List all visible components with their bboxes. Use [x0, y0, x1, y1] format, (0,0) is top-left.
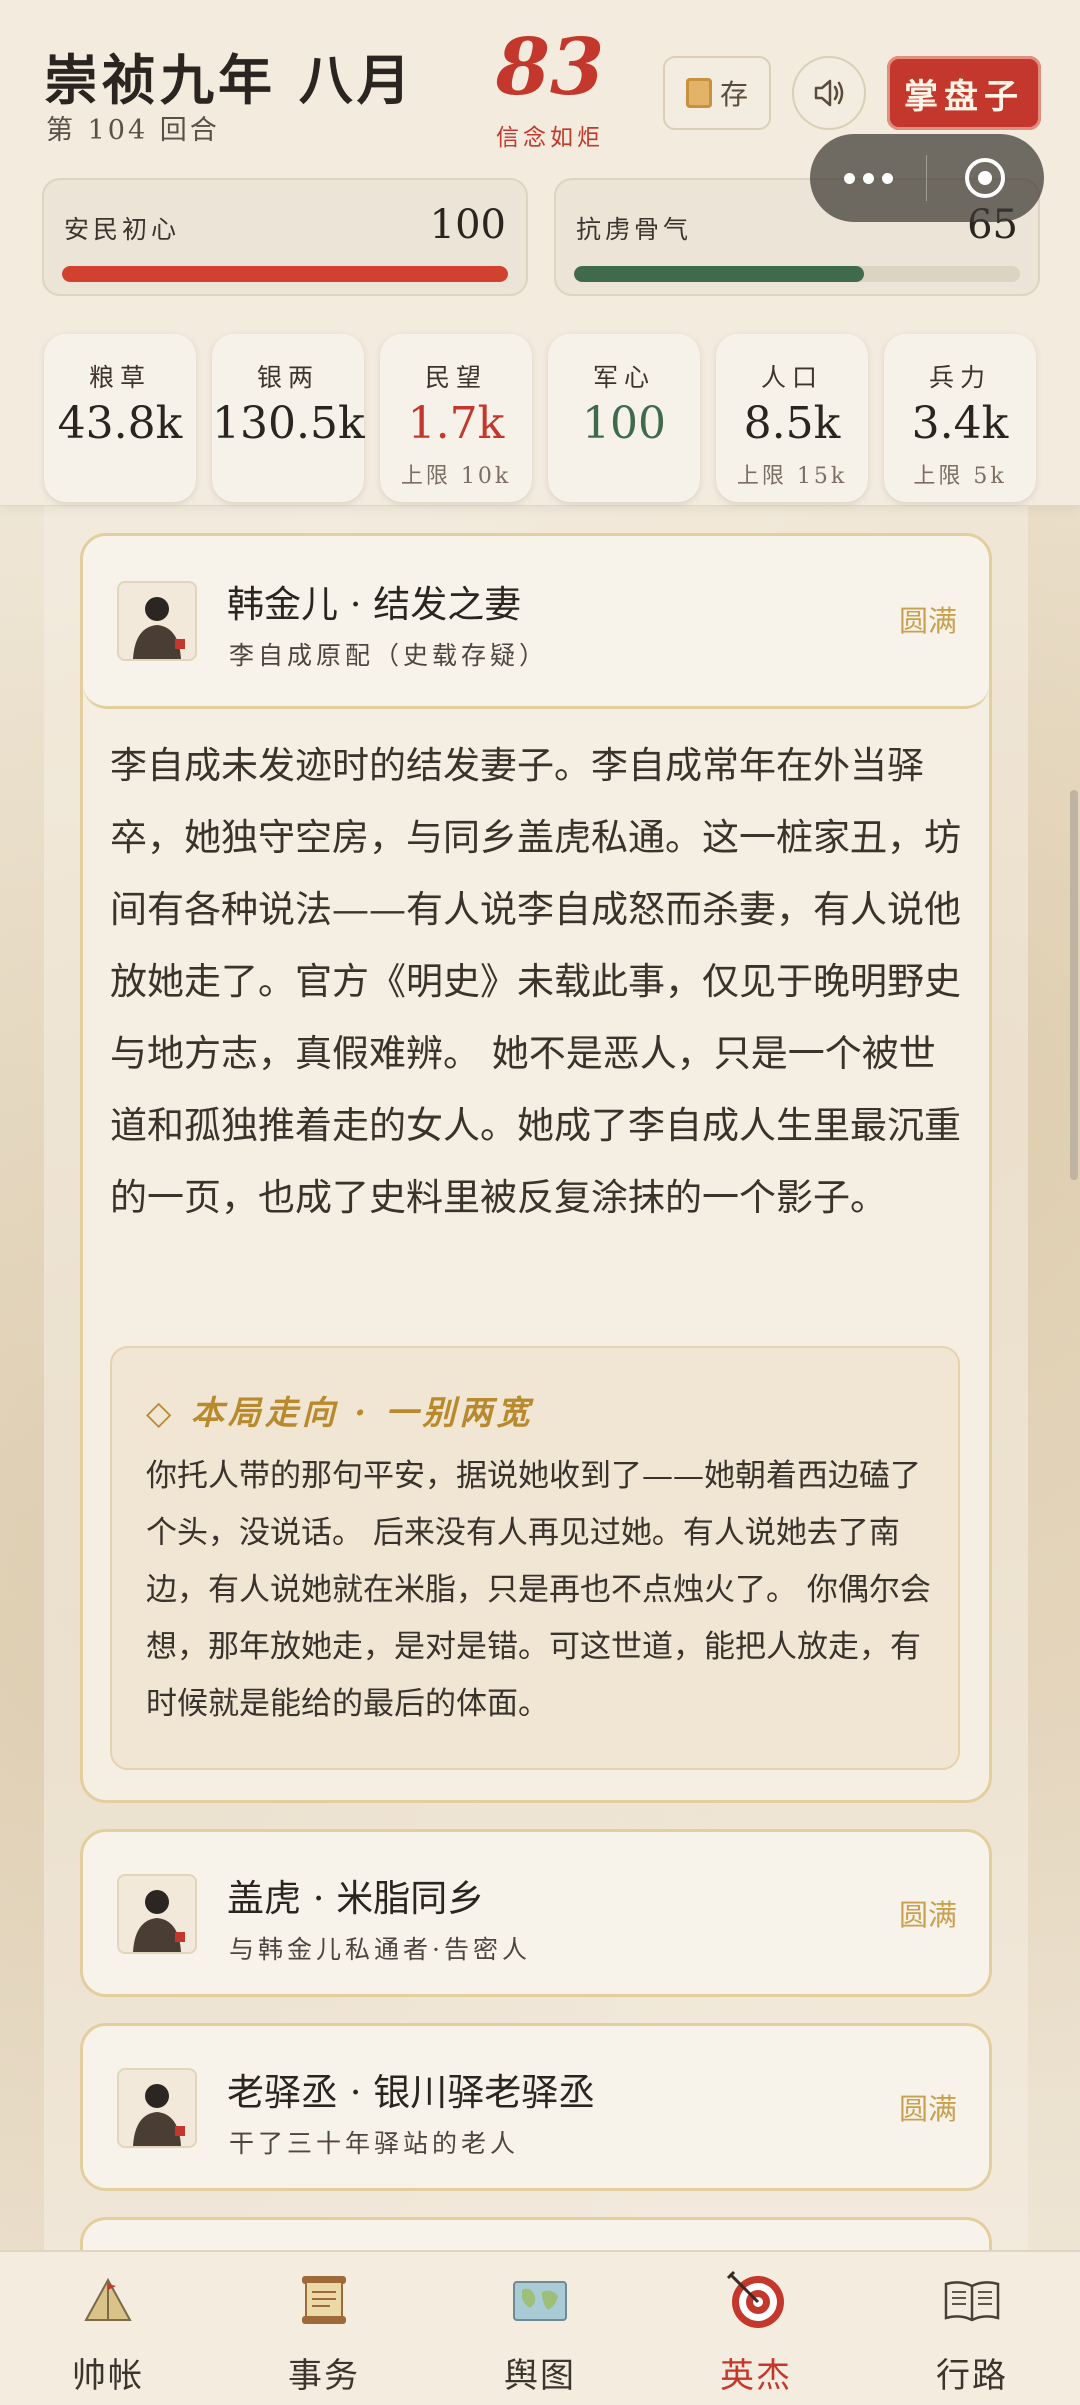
- meter-track: [62, 266, 508, 282]
- portrait-avatar: [117, 2068, 197, 2148]
- stat-value: 1.7k: [407, 398, 505, 449]
- character-status: 圆满: [898, 2092, 957, 2126]
- character-card[interactable]: 老驿丞 · 银川驿老驿丞 干了三十年驿站的老人 圆满: [80, 2023, 992, 2191]
- faith-label: 信念如炬: [496, 125, 604, 151]
- character-card-header[interactable]: 韩金儿 · 结发之妻 李自成原配（史载存疑） 圆满: [83, 536, 989, 709]
- character-subtitle: 李自成原配（史载存疑）: [229, 641, 549, 670]
- tab-command-tent[interactable]: 帅帐: [0, 2252, 216, 2405]
- target-icon: [965, 158, 1005, 198]
- stat-label: 兵力: [928, 363, 991, 392]
- meter-value: 100: [429, 202, 506, 248]
- master-button[interactable]: 掌盘子: [887, 56, 1041, 130]
- book-icon: [944, 2281, 1000, 2322]
- tab-heroes[interactable]: 英杰: [648, 2252, 864, 2405]
- fate-box: ◇ 本局走向 · 一别两宽 你托人带的那句平安，据说她收到了——她朝着西边磕了个…: [110, 1346, 960, 1770]
- tab-journey[interactable]: 行路: [864, 2252, 1080, 2405]
- character-card[interactable]: 盖虎 · 米脂同乡 与韩金儿私通者·告密人 圆满: [80, 1829, 992, 1997]
- character-name: 韩金儿 · 结发之妻: [227, 583, 522, 626]
- stat-label: 人口: [760, 363, 823, 392]
- date-title: 崇祯九年 八月: [44, 48, 415, 112]
- character-name: 老驿丞 · 银川驿老驿丞: [227, 2071, 596, 2114]
- meter-track: [574, 266, 1020, 282]
- stat-cap: 上限 5k: [913, 464, 1007, 489]
- stat-value: 43.8k: [57, 398, 183, 449]
- tab-label: 事务: [288, 2356, 360, 2396]
- tab-affairs[interactable]: 事务: [216, 2252, 432, 2405]
- stat-reputation[interactable]: 民望 1.7k 上限 10k: [380, 334, 532, 502]
- save-button[interactable]: 存: [663, 56, 771, 130]
- tab-label: 英杰: [720, 2356, 792, 2396]
- character-bio: 李自成未发迹时的结发妻子。李自成常年在外当驿卒，她独守空房，与同乡盖虎私通。这一…: [110, 744, 961, 1219]
- meter-fill: [574, 266, 864, 282]
- meter-label: 抗虏骨气: [576, 215, 693, 244]
- stat-troops[interactable]: 兵力 3.4k 上限 5k: [884, 334, 1036, 502]
- stat-morale[interactable]: 军心 100: [548, 334, 700, 502]
- person-icon: [133, 2084, 185, 2146]
- portrait-avatar: [117, 1874, 197, 1954]
- stat-label: 民望: [424, 363, 487, 392]
- stat-label: 银两: [256, 363, 319, 392]
- faith-score: 83: [495, 22, 605, 113]
- tab-label: 帅帐: [72, 2356, 144, 2396]
- stat-value: 130.5k: [212, 398, 365, 449]
- stat-silver[interactable]: 银两 130.5k: [212, 334, 365, 502]
- character-subtitle: 与韩金儿私通者·告密人: [229, 1935, 531, 1964]
- character-subtitle: 干了三十年驿站的老人: [229, 2129, 520, 2158]
- sound-toggle-button[interactable]: [792, 56, 866, 130]
- scrollbar[interactable]: [1070, 790, 1078, 1180]
- speaker-icon: [814, 79, 844, 107]
- scroll-icon: [302, 2276, 346, 2324]
- fate-title: ◇ 本局走向 · 一别两宽: [146, 1393, 534, 1432]
- portrait-avatar: [117, 581, 197, 661]
- more-menu-button[interactable]: [810, 172, 926, 184]
- stat-cap: 上限 15k: [736, 464, 848, 489]
- miniprogram-capsule: [810, 134, 1044, 222]
- stat-cap: 上限 10k: [400, 464, 512, 489]
- close-miniprogram-button[interactable]: [927, 158, 1043, 198]
- target-icon: [726, 2270, 784, 2328]
- stat-population[interactable]: 人口 8.5k 上限 15k: [716, 334, 868, 502]
- stat-grain[interactable]: 粮草 43.8k: [44, 334, 196, 502]
- meter-fill: [62, 266, 508, 282]
- meter-anmin: 安民初心 100: [42, 178, 528, 296]
- character-status: 圆满: [898, 1898, 957, 1932]
- tab-map[interactable]: 舆图: [432, 2252, 648, 2405]
- bottom-tab-bar: 帅帐 事务 舆图 英杰 行路: [0, 2250, 1080, 2405]
- tab-label: 舆图: [504, 2356, 576, 2396]
- stat-value: 3.4k: [911, 398, 1009, 449]
- save-label: 存: [719, 78, 748, 111]
- fate-text: 你托人带的那句平安，据说她收到了——她朝着西边磕了个头，没说话。 后来没有人再见…: [146, 1458, 931, 1722]
- tab-label: 行路: [936, 2356, 1008, 2396]
- stat-label: 粮草: [88, 363, 151, 392]
- character-status: 圆满: [898, 604, 957, 638]
- round-counter: 第 104 回合: [46, 115, 220, 146]
- person-icon: [133, 597, 185, 659]
- stat-value: 100: [582, 398, 666, 449]
- scroll-icon: [685, 78, 712, 108]
- stat-value: 8.5k: [743, 398, 841, 449]
- resource-stats: 粮草 43.8k 银两 130.5k 民望 1.7k 上限 10k 军心 100…: [44, 334, 1040, 502]
- person-icon: [133, 1890, 185, 1952]
- tent-icon: [84, 2277, 132, 2321]
- map-icon: [513, 2281, 567, 2321]
- meter-label: 安民初心: [64, 215, 181, 244]
- top-status-header: 崇祯九年 八月 第 104 回合 83 信念如炬 存 掌盘子 安民初心 100 …: [0, 0, 1080, 506]
- stat-label: 军心: [592, 363, 655, 392]
- character-name: 盖虎 · 米脂同乡: [227, 1877, 485, 1920]
